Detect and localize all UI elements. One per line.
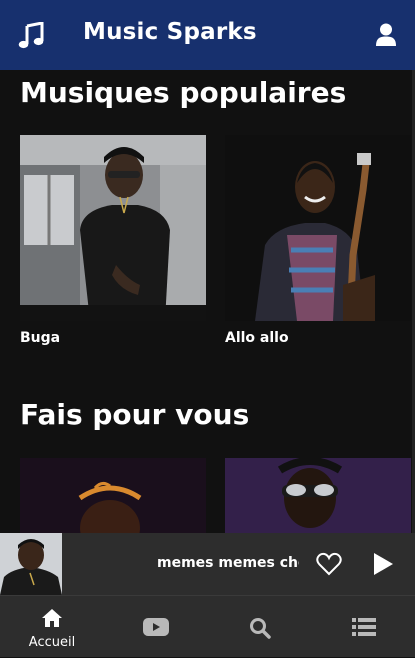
- song-card-buga[interactable]: Buga: [20, 135, 206, 346]
- home-icon: [42, 609, 62, 627]
- nav-item-label: Accueil: [28, 635, 76, 650]
- song-card-allo-allo[interactable]: Allo allo: [225, 135, 411, 346]
- song-cover-image: [20, 135, 206, 321]
- home-content[interactable]: Musiques populaires Buga Allo allo Fais …: [0, 70, 415, 533]
- video-icon: [143, 618, 169, 636]
- song-cover-image: [20, 458, 206, 533]
- nav-item-videos[interactable]: [104, 596, 208, 658]
- heart-icon[interactable]: [316, 552, 342, 576]
- song-title: Buga: [20, 330, 61, 346]
- music-note-icon[interactable]: [18, 22, 44, 50]
- song-card[interactable]: [20, 458, 206, 533]
- section-title-popular: Musiques populaires: [20, 76, 347, 109]
- nav-item-search[interactable]: [208, 596, 312, 658]
- play-icon[interactable]: [371, 551, 395, 577]
- user-icon[interactable]: [375, 23, 397, 47]
- mini-player[interactable]: memes memes choses: [0, 533, 415, 595]
- now-playing-artwork[interactable]: [0, 533, 62, 595]
- song-card[interactable]: [225, 458, 411, 533]
- nav-item-playlists[interactable]: [312, 596, 415, 658]
- list-icon: [352, 618, 376, 636]
- song-cover-image: [225, 458, 411, 533]
- nav-item-accueil[interactable]: Accueil: [0, 596, 104, 658]
- search-icon: [250, 618, 271, 639]
- song-cover-image: [225, 135, 411, 321]
- app-title: Music Sparks: [83, 19, 257, 45]
- song-title: Allo allo: [225, 330, 289, 346]
- bottom-navigation: Accueil: [0, 595, 415, 657]
- now-playing-title: memes memes choses: [157, 555, 299, 571]
- section-title-for-you: Fais pour vous: [20, 398, 250, 431]
- app-bar: Music Sparks: [0, 0, 415, 70]
